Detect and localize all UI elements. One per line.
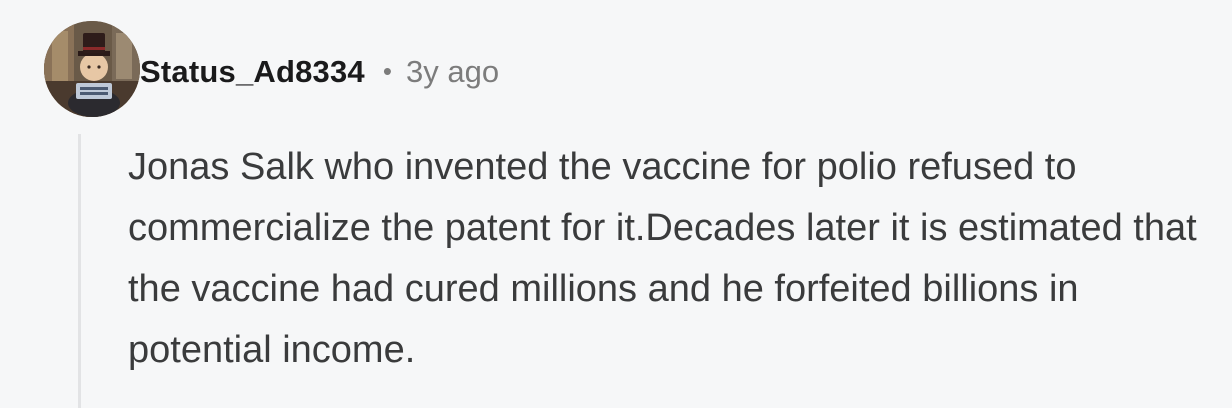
comment-meta: Status_Ad8334 • 3y ago: [140, 48, 499, 96]
meta-separator: •: [382, 55, 392, 86]
thread-collapse-line[interactable]: [78, 134, 81, 408]
timestamp[interactable]: 3y ago: [406, 54, 499, 90]
user-avatar[interactable]: [44, 21, 140, 117]
username-link[interactable]: Status_Ad8334: [140, 54, 365, 90]
comment-body: Jonas Salk who invented the vaccine for …: [128, 146, 1197, 371]
user-avatar-icon: [44, 21, 140, 117]
comment: Status_Ad8334 • 3y ago Jonas Salk who in…: [0, 0, 1232, 408]
